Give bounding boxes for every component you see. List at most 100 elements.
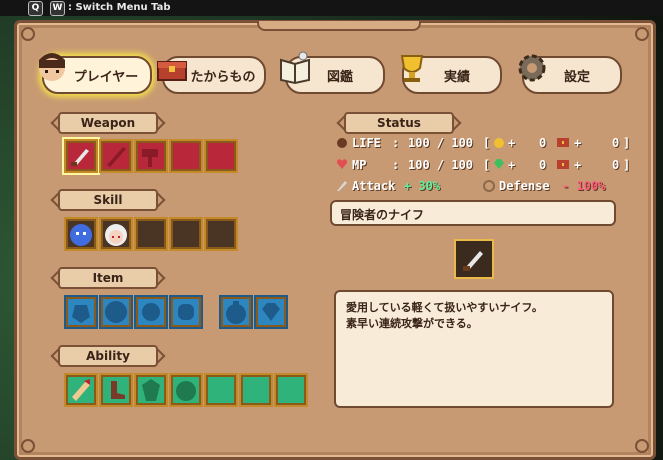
gear-icon (518, 54, 546, 82)
defense-shield-icon (483, 180, 495, 192)
ability-silhouette-icon (176, 381, 196, 401)
status-section-label: Status (344, 112, 454, 134)
switch-tab-hint: : Switch Menu Tab (68, 2, 171, 13)
dash-arm-icon (72, 379, 90, 401)
item-slot[interactable] (254, 295, 288, 329)
defense-value: - 100% (562, 179, 606, 193)
white-hair-girl-icon (105, 224, 127, 246)
mp-value: 100 / 100 (408, 158, 474, 172)
corner-ornament-icon (635, 27, 649, 41)
boots-icon (111, 381, 125, 399)
blue-monster-icon (70, 224, 92, 246)
weapon-slot[interactable] (134, 139, 168, 173)
item-slot[interactable] (169, 295, 203, 329)
mp-bonus-a: 0 (539, 158, 547, 172)
green-gem-icon (494, 159, 504, 169)
life-label: LIFE (352, 136, 381, 150)
skill-slot-empty[interactable] (204, 217, 238, 251)
weapon-slot[interactable] (99, 139, 133, 173)
item-silhouette-icon (105, 301, 127, 323)
tab-encyclopedia-label: 図鑑 (326, 69, 353, 85)
top-hint-bar: Q W : Switch Menu Tab (0, 0, 663, 16)
attack-sword-icon (337, 181, 347, 191)
ability-slot[interactable] (134, 373, 168, 407)
weapon-slot-knife[interactable] (64, 139, 98, 173)
mp-bonus-b: 0 (612, 158, 620, 172)
gold-fruit-icon (494, 138, 504, 148)
attack-value: + 30% (404, 179, 441, 193)
item-silhouette-icon (142, 303, 160, 321)
ability-slot-empty[interactable] (239, 373, 273, 407)
weapon-slot-empty[interactable] (169, 139, 203, 173)
life-bracket-close: ] (623, 136, 631, 150)
item-section-label: Item (58, 267, 158, 289)
gem-silhouette-icon (262, 303, 280, 321)
heart-icon (336, 159, 348, 169)
item-slot[interactable] (99, 295, 133, 329)
tab-treasure-label: たからもの (190, 69, 256, 85)
corner-ornament-icon (21, 439, 35, 453)
life-bonus-a: 0 (539, 136, 547, 150)
q-key-icon: Q (28, 1, 43, 16)
ability-slot-boots[interactable] (99, 373, 133, 407)
ability-section-label: Ability (58, 345, 158, 367)
knife-icon (71, 149, 89, 166)
mp-label: MP (352, 158, 367, 172)
weapon-section-label: Weapon (58, 112, 158, 134)
corner-ornament-icon (635, 439, 649, 453)
tab-settings-label: 設定 (563, 69, 590, 85)
item-slot[interactable] (134, 295, 168, 329)
item-description: 愛用している軽くて扱いやすいナイフ。 素早い連続攻撃ができる。 (334, 290, 614, 408)
ability-slot-dash[interactable] (64, 373, 98, 407)
top-ornament (257, 21, 421, 31)
mp-colon: : (392, 158, 400, 172)
item-slot[interactable] (219, 295, 253, 329)
tab-settings[interactable]: 設定 (518, 54, 622, 94)
ability-slot-empty[interactable] (274, 373, 308, 407)
life-bracket-open: [ (483, 136, 491, 150)
life-plus-a: + (508, 136, 516, 150)
hammer-silhouette-icon (142, 149, 158, 167)
w-key-icon: W (50, 1, 65, 16)
trophy-icon (400, 55, 424, 82)
skill-section-label: Skill (58, 189, 158, 211)
item-description-line-1: 愛用している軽くて扱いやすいナイフ。 (346, 301, 543, 314)
treasure-chest-icon (157, 61, 187, 81)
selected-item-preview (454, 239, 494, 279)
mp-plus-b: + (574, 158, 582, 172)
tab-encyclopedia[interactable]: 図鑑 (280, 51, 385, 94)
knife-icon (463, 251, 483, 271)
skill-slot-empty[interactable] (169, 217, 203, 251)
mp-bracket-open: [ (483, 158, 491, 172)
ability-slot-empty[interactable] (204, 373, 238, 407)
defense-label: Defense (499, 179, 550, 193)
sword-silhouette-icon (107, 147, 126, 167)
ability-slot[interactable] (169, 373, 203, 407)
chest-icon (557, 160, 569, 169)
corner-ornament-icon (21, 27, 35, 41)
tab-player-label: プレイヤー (73, 69, 139, 85)
weapon-slot-empty[interactable] (204, 139, 238, 173)
item-slot[interactable] (64, 295, 98, 329)
item-silhouette-icon (178, 304, 194, 320)
life-colon: : (392, 136, 400, 150)
attack-label: Attack (352, 179, 396, 193)
tab-achievements[interactable]: 実績 (400, 55, 502, 94)
mp-plus-a: + (508, 158, 516, 172)
chest-icon (557, 138, 569, 147)
life-bonus-b: 0 (612, 136, 620, 150)
tab-player[interactable]: プレイヤー (39, 53, 152, 94)
life-portrait-icon (337, 138, 347, 148)
skill-slot-empty[interactable] (134, 217, 168, 251)
skill-slot-blue-monster[interactable] (64, 217, 98, 251)
tab-treasure[interactable]: たからもの (157, 56, 266, 94)
item-description-line-2: 素早い連続攻撃ができる。 (346, 317, 478, 330)
player-portrait-icon (39, 53, 65, 81)
item-silhouette-icon (226, 301, 246, 324)
life-value: 100 / 100 (408, 136, 474, 150)
selected-item-name: 冒険者のナイフ (330, 200, 616, 226)
tab-achievements-label: 実績 (443, 69, 470, 85)
life-plus-b: + (574, 136, 582, 150)
mp-bracket-close: ] (623, 158, 631, 172)
skill-slot-white-hair-girl[interactable] (99, 217, 133, 251)
